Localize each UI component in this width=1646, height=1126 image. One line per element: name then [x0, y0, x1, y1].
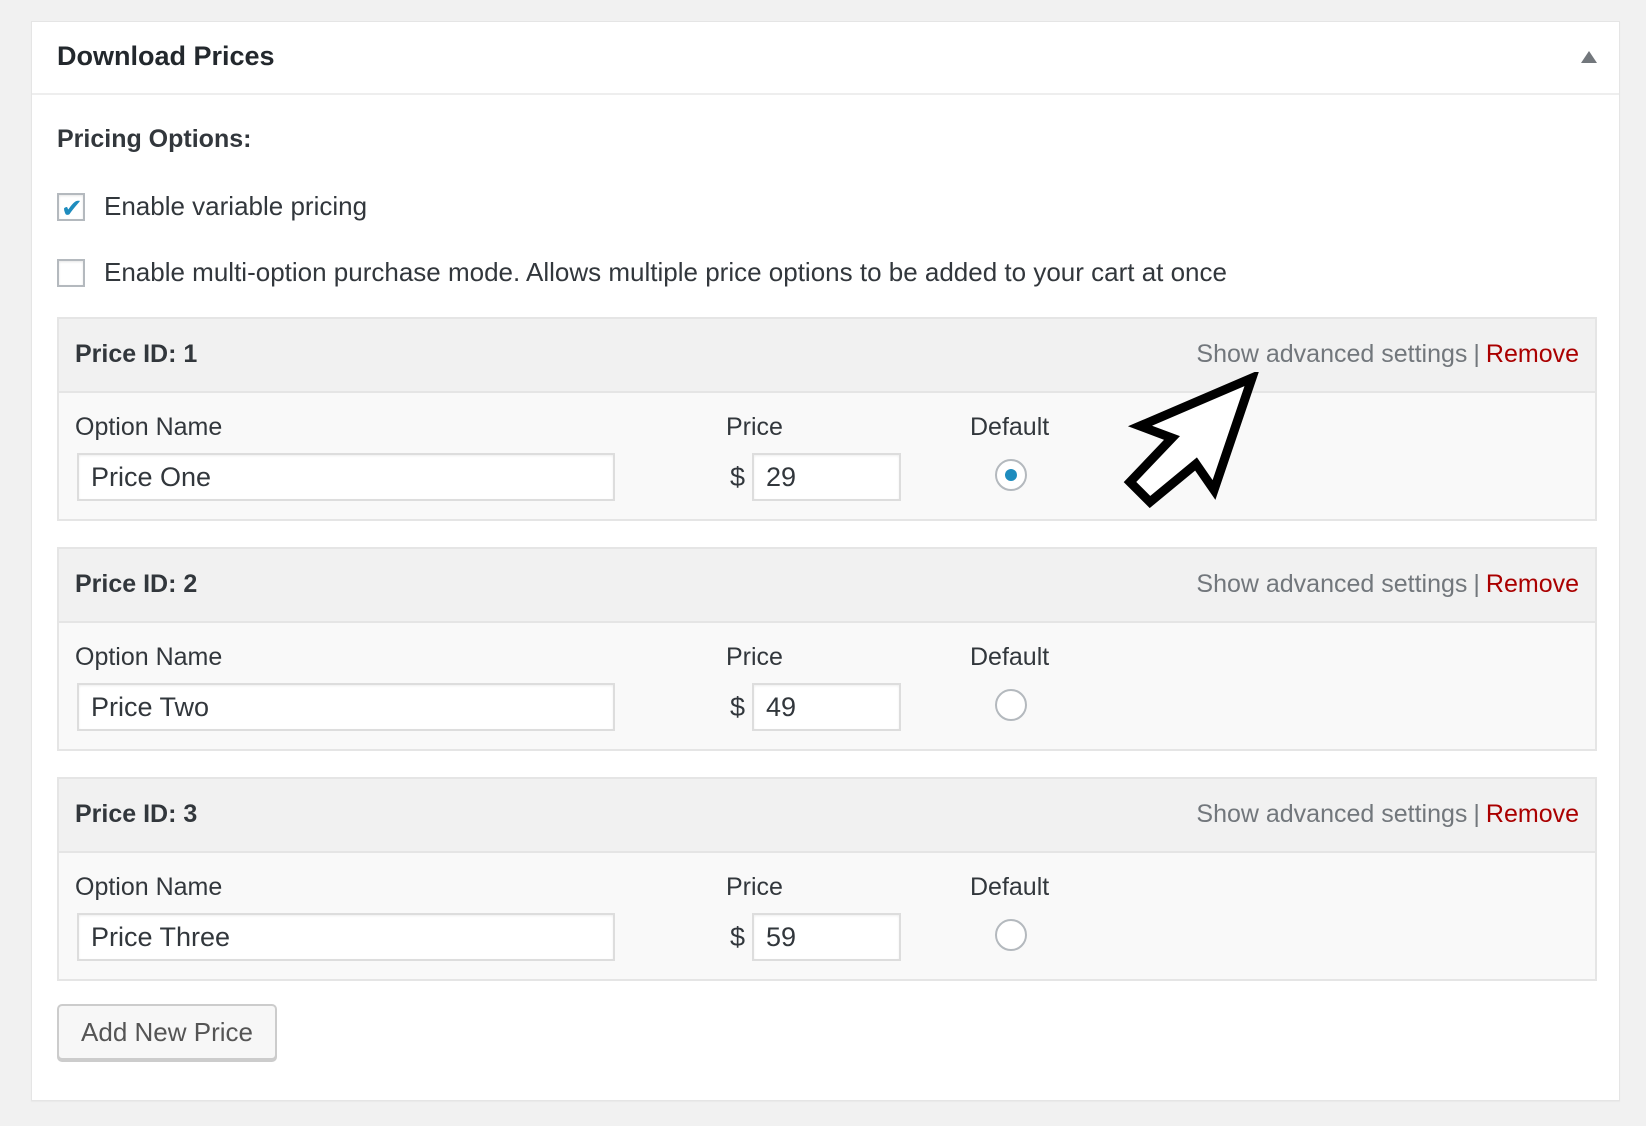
separator: |: [1473, 800, 1480, 828]
option-name-input[interactable]: Price Two: [77, 683, 615, 731]
default-radio[interactable]: [995, 689, 1027, 721]
remove-link[interactable]: Remove: [1486, 570, 1579, 598]
variable-pricing-checkbox[interactable]: ✔: [57, 192, 85, 223]
panel-title: Download Prices: [57, 41, 275, 71]
default-label: Default: [970, 413, 1050, 441]
default-radio[interactable]: [995, 919, 1027, 951]
price-row: Price ID: 2 Show advanced settings | Remov…: [57, 547, 1597, 751]
show-advanced-settings-link[interactable]: Show advanced settings: [1196, 570, 1467, 598]
radio-selected-dot: [1005, 469, 1017, 481]
collapse-triangle-icon[interactable]: [1581, 51, 1597, 63]
price-label: Price: [726, 643, 783, 671]
price-input[interactable]: 49: [752, 683, 901, 731]
checkmark-icon: ✔: [61, 192, 83, 223]
price-id: Price ID: 1: [75, 340, 198, 368]
download-prices-panel: Download Prices Pricing Options: ✔ Enabl…: [31, 21, 1620, 1101]
option-name-label: Option Name: [75, 413, 223, 441]
price-row-header: Price ID: 3 Show advanced settings | Remov…: [59, 779, 1595, 853]
remove-link[interactable]: Remove: [1486, 800, 1579, 828]
option-name-label: Option Name: [75, 643, 223, 671]
add-new-price-button[interactable]: Add New Price: [57, 1004, 277, 1060]
multi-option-purchase-checkbox[interactable]: [57, 258, 85, 287]
option-name-input[interactable]: Price Three: [77, 913, 615, 961]
variable-pricing-option[interactable]: ✔ Enable variable pricing: [57, 191, 367, 222]
show-advanced-settings-link[interactable]: Show advanced settings: [1196, 340, 1467, 368]
option-name-input[interactable]: Price One: [77, 453, 615, 501]
variable-pricing-label[interactable]: Enable variable pricing: [104, 191, 367, 222]
price-label: Price: [726, 873, 783, 901]
currency-symbol: $: [730, 922, 746, 952]
price-row-actions: Show advanced settings | Remove: [1196, 800, 1579, 829]
currency-symbol: $: [730, 692, 746, 722]
price-row-body: Option Name Price Three Price $ 59 Defau…: [59, 853, 1595, 979]
multi-option-purchase-label[interactable]: Enable multi-option purchase mode. Allow…: [104, 257, 1227, 288]
default-radio[interactable]: [995, 459, 1027, 491]
price-row-actions: Show advanced settings | Remove: [1196, 340, 1579, 369]
price-row-header: Price ID: 1 Show advanced settings | Remov…: [59, 319, 1595, 393]
price-input[interactable]: 59: [752, 913, 901, 961]
separator: |: [1473, 570, 1480, 598]
multi-option-purchase-option[interactable]: Enable multi-option purchase mode. Allow…: [57, 257, 1227, 288]
show-advanced-settings-link[interactable]: Show advanced settings: [1196, 800, 1467, 828]
price-label: Price: [726, 413, 783, 441]
default-label: Default: [970, 873, 1050, 901]
price-row: Price ID: 3 Show advanced settings | Remov…: [57, 777, 1597, 981]
price-row-body: Option Name Price Two Price $ 49 Default: [59, 623, 1595, 749]
remove-link[interactable]: Remove: [1486, 340, 1579, 368]
price-row-header: Price ID: 2 Show advanced settings | Remov…: [59, 549, 1595, 623]
price-row-body: Option Name Price One Price $ 29 Default: [59, 393, 1595, 519]
price-row-actions: Show advanced settings | Remove: [1196, 570, 1579, 599]
option-name-label: Option Name: [75, 873, 223, 901]
price-input[interactable]: 29: [752, 453, 901, 501]
panel-header[interactable]: Download Prices: [32, 22, 1619, 95]
separator: |: [1473, 340, 1480, 368]
price-row: Price ID: 1 Show advanced settings | Remov…: [57, 317, 1597, 521]
currency-symbol: $: [730, 462, 746, 492]
price-id: Price ID: 3: [75, 800, 198, 828]
price-id: Price ID: 2: [75, 570, 198, 598]
pricing-options-label: Pricing Options:: [57, 125, 252, 153]
pointer-arrow-icon: [1123, 372, 1259, 508]
default-label: Default: [970, 643, 1050, 671]
